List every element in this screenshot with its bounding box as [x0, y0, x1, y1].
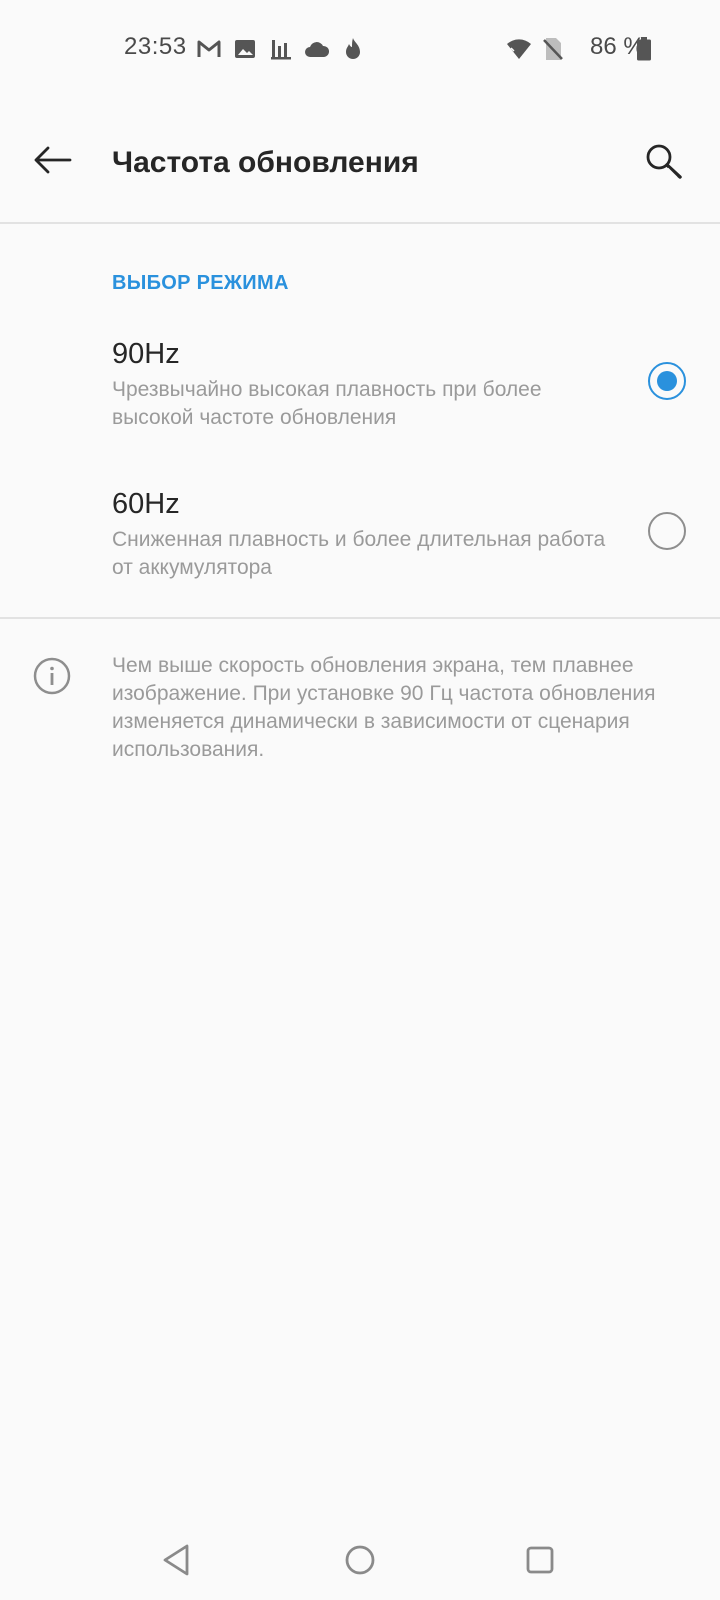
no-sim-icon — [540, 36, 566, 62]
stats-icon — [268, 36, 294, 62]
radio-60hz[interactable] — [648, 512, 686, 550]
radio-dot — [657, 371, 677, 391]
battery-icon — [636, 36, 652, 62]
option-description: Сниженная плавность и более длительная р… — [112, 528, 606, 579]
flame-icon — [340, 36, 366, 62]
app-bar: Частота обновления — [0, 96, 720, 224]
back-button[interactable] — [24, 132, 80, 188]
cloud-icon — [304, 36, 330, 62]
divider — [0, 617, 720, 619]
info-icon — [33, 657, 71, 695]
triangle-back-icon — [163, 1544, 189, 1576]
info-text: Чем выше скорость обновления экрана, тем… — [112, 654, 656, 761]
status-bar: 23:53 86 % — [0, 0, 720, 96]
option-description: Чрезвычайно высокая плавность при более … — [112, 378, 542, 429]
settings-screen: 23:53 86 % Частота обновления ВЫБОР РЕЖИ… — [0, 0, 720, 1600]
gmail-icon — [196, 36, 222, 62]
nav-home-button[interactable] — [338, 1538, 382, 1582]
radio-90hz[interactable] — [648, 362, 686, 400]
navigation-bar — [0, 1520, 720, 1600]
wifi-icon — [506, 36, 532, 62]
arrow-left-icon — [34, 146, 72, 174]
nav-recents-button[interactable] — [518, 1538, 562, 1582]
search-button[interactable] — [634, 132, 694, 192]
square-recents-icon — [526, 1546, 554, 1574]
option-title: 90Hz — [112, 338, 180, 370]
option-title: 60Hz — [112, 488, 180, 520]
option-90hz[interactable]: 90Hz Чрезвычайно высокая плавность при б… — [0, 320, 720, 470]
photo-icon — [232, 36, 258, 62]
page-title: Частота обновления — [112, 146, 419, 179]
section-header: ВЫБОР РЕЖИМА — [112, 272, 289, 294]
option-60hz[interactable]: 60Hz Сниженная плавность и более длитель… — [0, 470, 720, 620]
search-icon — [646, 144, 682, 179]
status-time: 23:53 — [124, 33, 187, 60]
circle-home-icon — [345, 1545, 375, 1575]
nav-back-button[interactable] — [154, 1538, 198, 1582]
